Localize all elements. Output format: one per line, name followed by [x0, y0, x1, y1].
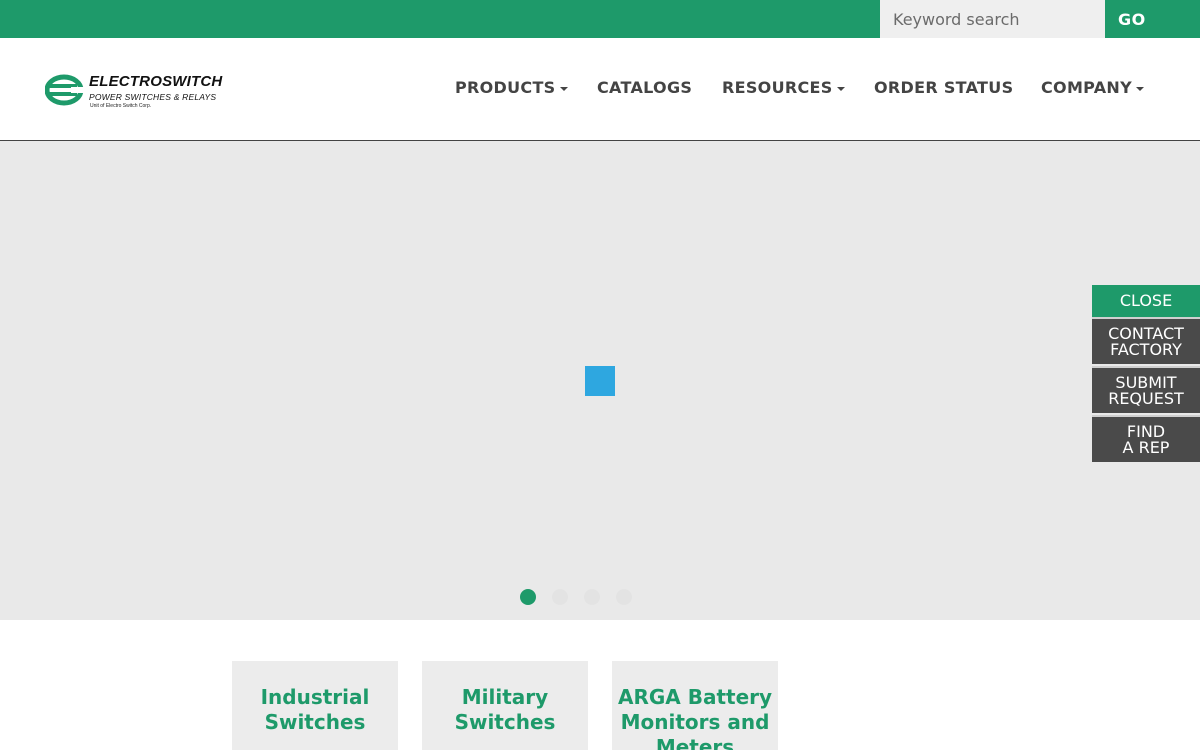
logo-name: ELECTROSWITCH: [89, 73, 223, 90]
nav-resources-label: RESOURCES: [722, 78, 833, 97]
logo-subtext: Unit of Electro Switch Corp.: [90, 103, 152, 109]
hero-slider: [0, 141, 1200, 620]
nav-catalogs-label: CATALOGS: [597, 78, 693, 97]
contact-factory-line2: FACTORY: [1110, 339, 1182, 359]
card-title-line2: Switches: [264, 710, 366, 734]
nav-products-label: PRODUCTS: [455, 78, 556, 97]
chevron-down-icon: [1135, 86, 1144, 91]
card-military-switches[interactable]: Military Switches: [422, 661, 588, 750]
nav-resources[interactable]: RESOURCES: [722, 78, 845, 97]
nav-company[interactable]: COMPANY: [1041, 78, 1144, 97]
card-title-line1: Industrial: [260, 685, 370, 709]
slider-dot-2[interactable]: [552, 589, 568, 605]
search-go-button[interactable]: GO: [1105, 0, 1200, 38]
electroswitch-logo[interactable]: ELECTROSWITCH POWER SWITCHES & RELAYS Un…: [45, 72, 240, 112]
slider-dot-1[interactable]: [520, 589, 536, 605]
chevron-down-icon: [836, 86, 845, 91]
contact-factory-button[interactable]: CONTACT FACTORY: [1092, 317, 1200, 364]
site-header: ELECTROSWITCH POWER SWITCHES & RELAYS Un…: [0, 38, 1200, 141]
logo-mark-icon: [45, 74, 85, 106]
card-industrial-switches[interactable]: Industrial Switches: [232, 661, 398, 750]
close-label: CLOSE: [1119, 291, 1173, 310]
nav-catalogs[interactable]: CATALOGS: [597, 78, 692, 97]
search-input[interactable]: [880, 0, 1105, 38]
card-title-line2: Switches: [454, 710, 556, 734]
card-title-line3: Meters: [655, 735, 735, 750]
submit-request-button[interactable]: SUBMIT REQUEST: [1092, 366, 1200, 413]
card-title-line2: Monitors and: [620, 710, 770, 734]
card-arga-battery-monitors[interactable]: ARGA Battery Monitors and Meters: [612, 661, 778, 750]
chevron-down-icon: [559, 86, 568, 91]
find-a-rep-button[interactable]: FIND A REP: [1092, 415, 1200, 462]
slider-dot-3[interactable]: [584, 589, 600, 605]
find-a-rep-line2: A REP: [1122, 437, 1170, 457]
slider-dot-4[interactable]: [616, 589, 632, 605]
nav-company-label: COMPANY: [1041, 78, 1132, 97]
nav-order-status[interactable]: ORDER STATUS: [874, 78, 1013, 97]
nav-products[interactable]: PRODUCTS: [455, 78, 568, 97]
side-menu-close-button[interactable]: CLOSE: [1092, 285, 1200, 317]
card-title-line1: ARGA Battery: [617, 685, 773, 709]
card-title-line1: Military: [461, 685, 549, 709]
nav-order-status-label: ORDER STATUS: [874, 78, 1014, 97]
logo-tagline: POWER SWITCHES & RELAYS: [89, 92, 217, 102]
loading-spinner: [585, 366, 615, 396]
submit-request-line2: REQUEST: [1108, 388, 1184, 408]
